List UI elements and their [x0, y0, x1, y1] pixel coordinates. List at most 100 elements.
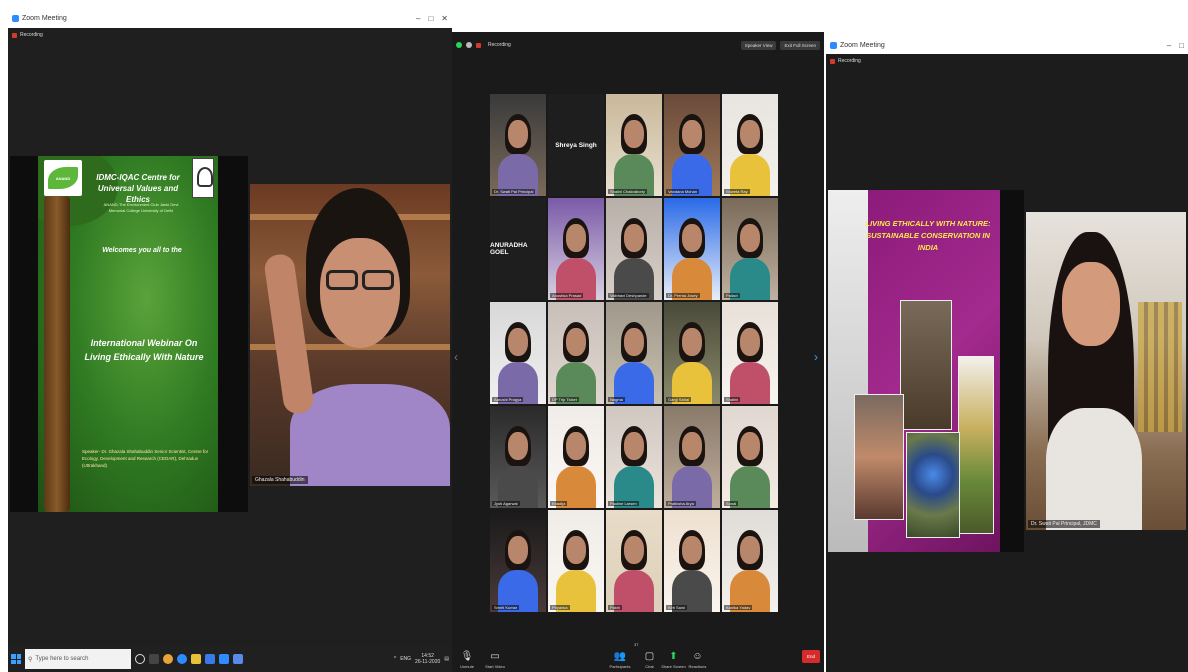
share-screen-button[interactable]: ⬆ Share Screen: [660, 651, 686, 669]
person-body: [1046, 408, 1142, 530]
title-bar: Zoom Meeting – □: [826, 36, 1188, 54]
participant-tile[interactable]: Pallavi: [722, 198, 778, 300]
task-view-icon[interactable]: [149, 654, 159, 664]
search-icon: ⚲: [28, 656, 33, 663]
chat-button[interactable]: ▢ Chat: [638, 651, 660, 669]
unmute-button[interactable]: 🎙 Unmute: [456, 651, 478, 669]
participant-tile[interactable]: Nagma: [606, 302, 662, 404]
participant-tile[interactable]: Aarushi Pragya: [490, 302, 546, 404]
participant-tile[interactable]: Shalini: [722, 302, 778, 404]
participant-tile[interactable]: Shreya Singh: [548, 94, 604, 196]
recording-label: Recording: [838, 58, 861, 64]
trophy-shelf: [1138, 302, 1182, 432]
cortana-icon[interactable]: [135, 654, 145, 664]
minimize-button[interactable]: –: [416, 14, 420, 23]
recording-label: Recording: [488, 42, 511, 48]
person-face: [1062, 262, 1120, 346]
zoom-icon: [12, 14, 19, 22]
security-shield-icon[interactable]: [456, 42, 462, 48]
participant-tile[interactable]: Anushka Prasad: [548, 198, 604, 300]
start-video-button[interactable]: ▭ Start Video: [484, 651, 506, 669]
participant-face: [566, 224, 586, 252]
participant-name-label: Jyoti Agarwal: [492, 501, 520, 506]
store-icon[interactable]: [205, 654, 215, 664]
search-placeholder: Type here to search: [35, 656, 89, 662]
slide-photo-woodpecker: [958, 356, 994, 534]
exit-full-screen-button[interactable]: Exit Full Screen: [780, 40, 820, 50]
speaker-video[interactable]: Ghazala Shahabuddin: [250, 184, 450, 486]
participant-tile[interactable]: Vandana Mohan: [664, 94, 720, 196]
participants-icon: 👥: [613, 651, 627, 662]
notification-icon[interactable]: ▤: [444, 656, 449, 662]
participant-tile[interactable]: Dr. Swati Pal Principal: [490, 94, 546, 196]
zoom-icon: [830, 41, 837, 49]
club-logo: ANAND: [44, 160, 82, 196]
zoom-window-right: Zoom Meeting – □ Recording LIVING ETHICA…: [826, 36, 1188, 672]
reactions-button[interactable]: ☺ Reactions: [686, 651, 708, 669]
window-title: Zoom Meeting: [22, 14, 67, 22]
video-off-icon: ▭: [490, 651, 500, 662]
end-meeting-button[interactable]: End: [801, 650, 820, 663]
participant-tile[interactable]: Vaibhavi Deshpande: [606, 198, 662, 300]
participant-tile[interactable]: DP Trip Ticket: [548, 302, 604, 404]
language-indicator[interactable]: ENG: [400, 656, 411, 662]
participant-face: [682, 224, 702, 252]
taskbar-search[interactable]: ⚲ Type here to search: [25, 649, 131, 669]
info-icon[interactable]: [466, 42, 472, 48]
participant-face: [740, 328, 760, 356]
tree-trunk: [44, 196, 70, 512]
participant-tile[interactable]: Pratiksha Arya: [664, 406, 720, 508]
record-icon: [830, 58, 835, 64]
participant-tile[interactable]: Priyanka: [548, 510, 604, 612]
participant-tile[interactable]: Shweta Ray: [722, 94, 778, 196]
participant-tile[interactable]: Pakhi: [606, 510, 662, 612]
prev-page-icon[interactable]: ‹: [454, 350, 460, 370]
zoom-window-left: Zoom Meeting – □ ✕ Recording ANAND IDMC-…: [8, 8, 452, 672]
zoom-taskbar-icon[interactable]: [219, 654, 229, 664]
participants-button[interactable]: 👥 Participants: [606, 651, 634, 669]
participant-tile[interactable]: Shalini Chakraborty: [606, 94, 662, 196]
speaker-video[interactable]: Dr. Swati Pal Principal, JDMC: [1026, 212, 1186, 530]
window-title: Zoom Meeting: [840, 41, 885, 49]
participant-name-label: Sonal: [724, 501, 739, 506]
app-icon[interactable]: [233, 654, 243, 664]
edge-icon[interactable]: [177, 654, 187, 664]
gallery-grid: Dr. Swati Pal Principal Shreya Singh Shali…: [490, 94, 778, 612]
participant-tile[interactable]: Kanika Yadav: [722, 510, 778, 612]
next-page-icon[interactable]: ›: [814, 350, 820, 370]
clock[interactable]: 14:52 26-11-2020: [415, 653, 440, 665]
meeting-top-bar: Recording Speaker View Exit Full Screen: [452, 32, 824, 58]
participant-tile[interactable]: Smriti Kumar: [490, 510, 546, 612]
folder-icon[interactable]: [191, 654, 201, 664]
participant-tile[interactable]: Khadija: [548, 406, 604, 508]
maximize-button[interactable]: □: [428, 14, 433, 23]
slide-subtitle: ANAND-The Environment Club Janki Devi Me…: [103, 202, 179, 213]
participant-face: [508, 536, 528, 564]
participant-name-label: Nagma: [608, 397, 625, 402]
minimize-button[interactable]: –: [1167, 41, 1171, 50]
participant-tile[interactable]: Sonal: [722, 406, 778, 508]
participant-name-label: Anushka Prasad: [550, 293, 584, 298]
chevron-up-icon[interactable]: ^: [394, 656, 396, 662]
participant-name-label: Dr. Prema Josey: [666, 293, 700, 298]
participant-tile[interactable]: Dr. Prema Josey: [664, 198, 720, 300]
person-face: [320, 238, 400, 348]
meeting-toolbar: 🎙 Unmute ▭ Start Video 👥 Participants 37 ▢ C…: [452, 638, 824, 672]
windows-start-icon[interactable]: [11, 654, 21, 664]
recording-indicator[interactable]: Recording: [8, 28, 452, 42]
chrome-icon[interactable]: [163, 654, 173, 664]
participant-name-label: Shalini: [724, 397, 741, 402]
participant-tile[interactable]: ANURADHA GOEL: [490, 198, 546, 300]
screenshot-collage: Zoom Meeting – □ ✕ Recording ANAND IDMC-…: [0, 0, 1188, 672]
participant-tile[interactable]: Kirti Saini: [664, 510, 720, 612]
participant-tile[interactable]: Jyoti Agarwal: [490, 406, 546, 508]
maximize-button[interactable]: □: [1179, 41, 1184, 50]
participant-tile[interactable]: Pauline Larsen: [606, 406, 662, 508]
speaker-view-button[interactable]: Speaker View: [740, 40, 777, 50]
participant-tile[interactable]: Gargi Sahai: [664, 302, 720, 404]
close-button[interactable]: ✕: [441, 14, 448, 23]
recording-indicator[interactable]: Recording: [826, 54, 1188, 68]
slide-title: LIVING ETHICALLY WITH NATURE: SUSTAINABL…: [865, 219, 991, 252]
participant-face: [508, 120, 528, 148]
college-crest-icon: [192, 158, 214, 198]
